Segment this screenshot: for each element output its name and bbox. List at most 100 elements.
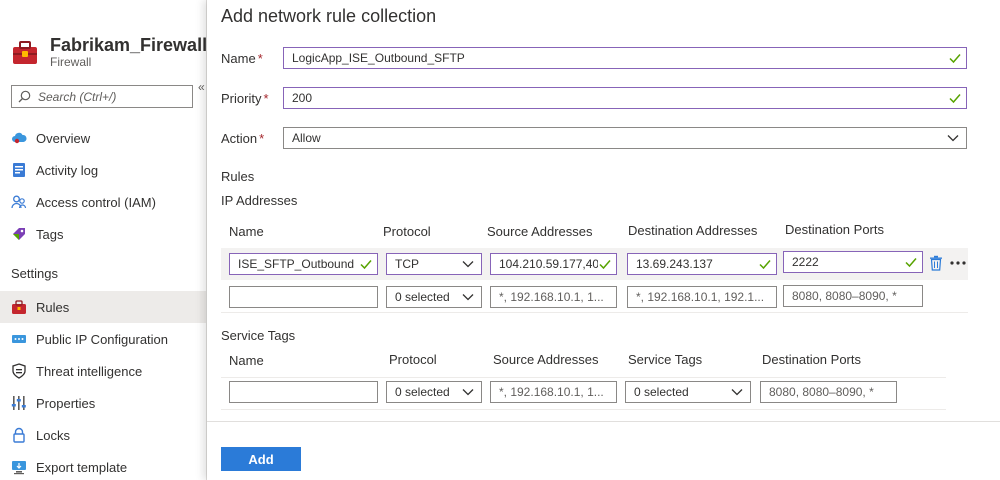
- resource-title: Fabrikam_Firewall -: [50, 35, 207, 55]
- sidebar-item-label: Tags: [36, 226, 64, 242]
- resource-type: Firewall: [50, 55, 92, 69]
- tag-destination-ports-input[interactable]: 8080, 8080–8090, *: [760, 381, 897, 403]
- sidebar-item-threat-intelligence[interactable]: Threat intelligence: [0, 355, 206, 387]
- rules-header: Rules: [221, 169, 255, 184]
- ip-protocol-value: TCP: [395, 257, 419, 271]
- ip-destination-ports-input-new[interactable]: 8080, 8080–8090, *: [783, 285, 923, 307]
- ip-protocol-dropdown[interactable]: TCP: [386, 253, 482, 275]
- properties-icon: [11, 395, 27, 411]
- sidebar-item-label: Access control (IAM): [36, 194, 156, 210]
- tags-col-source-addresses: Source Addresses: [493, 352, 599, 367]
- tag-source-addresses-input[interactable]: *, 192.168.10.1, 1...: [490, 381, 617, 403]
- row-divider: [221, 377, 946, 378]
- people-icon: [11, 194, 27, 210]
- sidebar-item-access-control[interactable]: Access control (IAM): [0, 186, 206, 218]
- valid-check-icon: [949, 94, 961, 104]
- cloud-overview-icon: [11, 130, 27, 146]
- row-divider: [221, 312, 968, 313]
- sidebar-item-rules[interactable]: Rules: [0, 291, 206, 323]
- ip-protocol-dropdown-new[interactable]: 0 selected: [386, 286, 482, 308]
- required-mark: *: [259, 131, 265, 146]
- sidebar-item-label: Threat intelligence: [36, 363, 143, 379]
- ip-destination-ports-value: 2222: [792, 255, 819, 269]
- settings-section-header: Settings: [11, 266, 58, 281]
- tags-col-name: Name: [229, 353, 264, 368]
- ip-destination-ports-input[interactable]: 2222: [783, 251, 923, 273]
- tag-protocol-value: 0 selected: [395, 385, 450, 399]
- menu-search-input[interactable]: Search (Ctrl+/): [11, 85, 193, 108]
- sidebar-item-public-ip[interactable]: Public IP Configuration: [0, 323, 206, 355]
- collapse-menu-button[interactable]: «: [198, 80, 205, 94]
- destination-ports-placeholder: 8080, 8080–8090, *: [792, 289, 897, 303]
- sidebar-item-label: Rules: [36, 299, 70, 315]
- public-ip-icon: [11, 331, 27, 347]
- row-divider: [221, 409, 946, 410]
- tag-protocol-dropdown[interactable]: 0 selected: [386, 381, 482, 403]
- ip-protocol-value-new: 0 selected: [395, 290, 450, 304]
- ip-source-addresses-value: 104.210.59.177,40.: [499, 257, 598, 271]
- chevron-down-icon: [731, 389, 743, 396]
- ip-rule-name-value: ISE_SFTP_Outbound: [238, 257, 355, 271]
- ip-addresses-header: IP Addresses: [221, 193, 298, 208]
- rules-icon: [11, 299, 27, 315]
- sidebar-item-locks[interactable]: Locks: [0, 419, 206, 451]
- action-dropdown[interactable]: Allow: [283, 127, 967, 149]
- sidebar-item-tags[interactable]: Tags: [0, 218, 206, 250]
- ip-col-source-addresses: Source Addresses: [487, 224, 593, 239]
- tag-rule-name-input[interactable]: [229, 381, 378, 403]
- valid-check-icon: [949, 54, 961, 64]
- chevron-down-icon: [462, 261, 474, 268]
- ip-destination-addresses-value: 13.69.243.137: [636, 257, 713, 271]
- valid-check-icon: [759, 260, 771, 270]
- sidebar-item-export-template[interactable]: Export template: [0, 451, 206, 480]
- ip-destination-addresses-input[interactable]: 13.69.243.137: [627, 253, 777, 275]
- collection-name-value: LogicApp_ISE_Outbound_SFTP: [292, 51, 465, 65]
- required-mark: *: [263, 91, 269, 106]
- footer-divider: [207, 421, 1000, 422]
- ip-col-protocol: Protocol: [383, 224, 431, 239]
- ip-rule-name-input[interactable]: ISE_SFTP_Outbound: [229, 253, 378, 275]
- priority-input[interactable]: 200: [283, 87, 967, 109]
- collection-name-input[interactable]: LogicApp_ISE_Outbound_SFTP: [283, 47, 967, 69]
- valid-check-icon: [360, 260, 372, 270]
- sidebar-item-label: Locks: [36, 427, 70, 443]
- ip-col-destination-ports: Destination Ports: [785, 222, 884, 237]
- service-tags-value: 0 selected: [634, 385, 689, 399]
- tags-col-protocol: Protocol: [389, 352, 437, 367]
- search-icon: [18, 90, 31, 103]
- valid-check-icon: [599, 260, 611, 270]
- destination-addresses-placeholder: *, 192.168.10.1, 192.1...: [636, 290, 765, 304]
- action-label: Action *: [221, 131, 265, 146]
- sidebar-item-overview[interactable]: Overview: [0, 122, 206, 154]
- ip-source-addresses-input[interactable]: 104.210.59.177,40.: [490, 253, 617, 275]
- add-button[interactable]: Add: [221, 447, 301, 471]
- ip-destination-addresses-input-new[interactable]: *, 192.168.10.1, 192.1...: [627, 286, 777, 308]
- ip-col-destination-addresses: Destination Addresses: [628, 223, 758, 238]
- delete-icon[interactable]: [929, 255, 943, 271]
- lock-icon: [11, 427, 27, 443]
- priority-label: Priority *: [221, 91, 269, 106]
- service-tags-header: Service Tags: [221, 328, 296, 343]
- threat-icon: [11, 363, 27, 379]
- sidebar-item-activity-log[interactable]: Activity log: [0, 154, 206, 186]
- chevron-down-icon: [947, 135, 959, 142]
- tags-col-service-tags: Service Tags: [628, 352, 703, 367]
- sidebar-item-properties[interactable]: Properties: [0, 387, 206, 419]
- ip-source-addresses-input-new[interactable]: *, 192.168.10.1, 1...: [490, 286, 617, 308]
- name-label: Name *: [221, 51, 263, 66]
- ip-rule-name-input-new[interactable]: [229, 286, 378, 308]
- sidebar-item-label: Public IP Configuration: [36, 331, 169, 347]
- firewall-resource-icon: [13, 41, 37, 64]
- destination-ports-placeholder: 8080, 8080–8090, *: [769, 385, 874, 399]
- ip-col-name: Name: [229, 224, 264, 239]
- more-options-icon[interactable]: [949, 260, 967, 266]
- export-icon: [11, 459, 27, 475]
- resource-menu-blade: Fabrikam_Firewall - Firewall « Search (C…: [0, 0, 207, 480]
- sidebar-item-label: Properties: [36, 395, 96, 411]
- chevron-down-icon: [462, 389, 474, 396]
- priority-value: 200: [292, 91, 313, 105]
- service-tags-dropdown[interactable]: 0 selected: [625, 381, 751, 403]
- panel-title: Add network rule collection: [221, 6, 437, 26]
- valid-check-icon: [905, 258, 917, 268]
- add-network-rule-collection-panel: Add network rule collection Name * LogicA…: [207, 0, 1000, 480]
